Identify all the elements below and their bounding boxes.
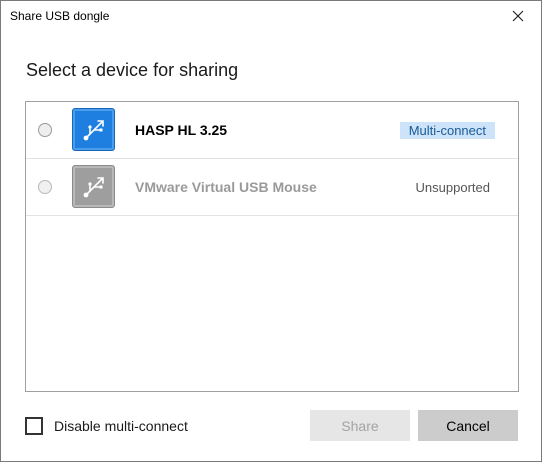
device-radio-vmware-mouse bbox=[38, 180, 52, 194]
device-name: VMware Virtual USB Mouse bbox=[135, 179, 317, 195]
usb-icon bbox=[72, 108, 115, 151]
device-list: HASP HL 3.25 Multi-connect VMware Virtua… bbox=[25, 101, 519, 392]
share-usb-dongle-dialog: Share USB dongle Select a device for sha… bbox=[0, 0, 542, 462]
usb-icon bbox=[72, 165, 115, 208]
device-row-vmware-mouse: VMware Virtual USB Mouse Unsupported bbox=[26, 159, 518, 216]
share-button[interactable]: Share bbox=[310, 410, 410, 441]
device-name: HASP HL 3.25 bbox=[135, 122, 228, 138]
window-title: Share USB dongle bbox=[10, 9, 110, 23]
cancel-button[interactable]: Cancel bbox=[418, 410, 518, 441]
status-text: Unsupported bbox=[415, 180, 490, 195]
device-radio-hasp[interactable] bbox=[38, 123, 52, 137]
disable-multi-connect-option[interactable]: Disable multi-connect bbox=[25, 417, 188, 435]
device-row-hasp[interactable]: HASP HL 3.25 Multi-connect bbox=[26, 102, 518, 159]
close-icon bbox=[512, 10, 524, 22]
dialog-heading: Select a device for sharing bbox=[26, 60, 239, 80]
title-bar: Share USB dongle bbox=[1, 1, 541, 31]
status-badge: Multi-connect bbox=[399, 122, 495, 139]
close-button[interactable] bbox=[495, 1, 541, 31]
disable-multi-connect-label: Disable multi-connect bbox=[54, 418, 188, 434]
disable-multi-connect-checkbox[interactable] bbox=[25, 417, 43, 435]
